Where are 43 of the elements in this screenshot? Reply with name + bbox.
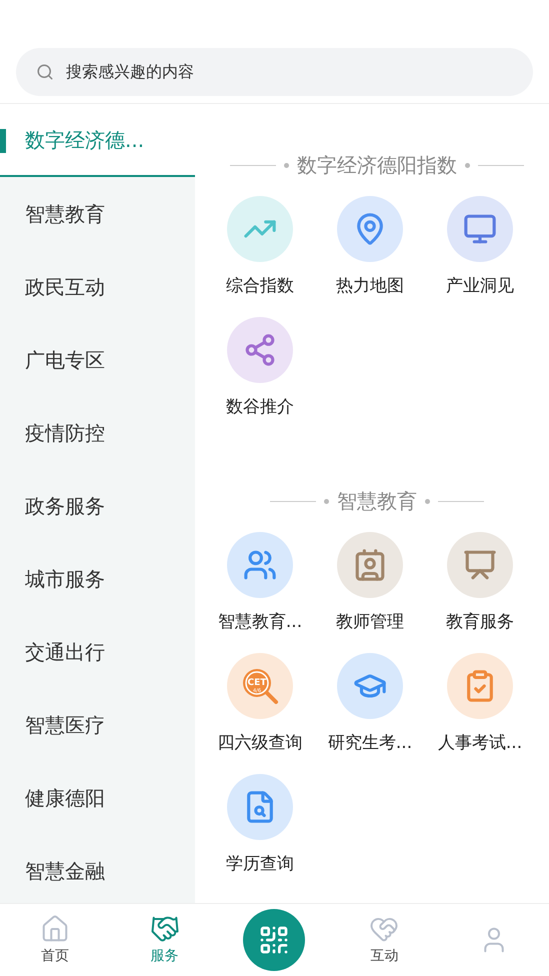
service-tile[interactable]: 教师管理 — [315, 532, 425, 653]
tile-label: 数谷推介 — [226, 396, 294, 419]
sidebar-item[interactable]: 政务服务 — [0, 469, 195, 542]
tile-label: 研究生考... — [328, 732, 412, 755]
qr-code-icon — [258, 924, 290, 956]
tile-label: 产业洞见 — [446, 275, 514, 298]
tile-label: 热力地图 — [336, 275, 404, 298]
service-tile[interactable]: 学历查询 — [205, 774, 315, 895]
sidebar-item[interactable]: 智慧金融 — [0, 834, 195, 903]
handshake-icon — [150, 914, 180, 944]
tile-label: 智慧教育... — [218, 611, 302, 634]
selection-bar — [0, 129, 6, 153]
tab-item[interactable]: 服务 — [110, 904, 220, 976]
section-title: 智慧教育 — [337, 488, 417, 515]
sidebar-item[interactable]: 智慧医疗 — [0, 688, 195, 761]
sidebar-item[interactable]: 健康德阳 — [0, 761, 195, 834]
tab-item[interactable]: 互动 — [329, 904, 440, 976]
service-tile[interactable]: 教育服务 — [425, 532, 535, 653]
service-tile[interactable]: 人事考试... — [425, 653, 535, 774]
section-title: 数字经济德阳指数 — [297, 152, 457, 179]
sidebar-item[interactable]: 广电专区 — [0, 323, 195, 396]
search-icon — [36, 63, 54, 81]
service-tile[interactable]: 综合指数 — [205, 196, 315, 317]
sidebar-item[interactable]: 政民互动 — [0, 250, 195, 323]
tile-label: 人事考试... — [438, 732, 522, 755]
service-tile[interactable]: 智慧教育... — [205, 532, 315, 653]
service-tile[interactable]: 热力地图 — [315, 196, 425, 317]
tile-label: 教育服务 — [446, 611, 514, 634]
sidebar-item[interactable]: 数字经济德... — [0, 104, 195, 177]
search-field[interactable]: 搜索感兴趣的内容 — [16, 48, 533, 96]
sidebar-item[interactable]: 智慧教育 — [0, 177, 195, 250]
tile-label: 四六级查询 — [218, 732, 302, 755]
sidebar-item[interactable]: 交通出行 — [0, 615, 195, 688]
service-tile[interactable]: 数谷推介 — [205, 317, 315, 438]
search-input[interactable]: 搜索感兴趣的内容 — [66, 60, 513, 84]
tile-label: 综合指数 — [226, 275, 294, 298]
tile-label: 学历查询 — [226, 853, 294, 876]
service-tile[interactable]: 研究生考... — [315, 653, 425, 774]
tile-label: 教师管理 — [336, 611, 404, 634]
service-tile[interactable]: 产业洞见 — [425, 196, 535, 317]
sidebar-item[interactable]: 城市服务 — [0, 542, 195, 615]
tab-item[interactable]: 首页 — [0, 904, 110, 976]
sidebar-item[interactable]: 疫情防控 — [0, 396, 195, 469]
